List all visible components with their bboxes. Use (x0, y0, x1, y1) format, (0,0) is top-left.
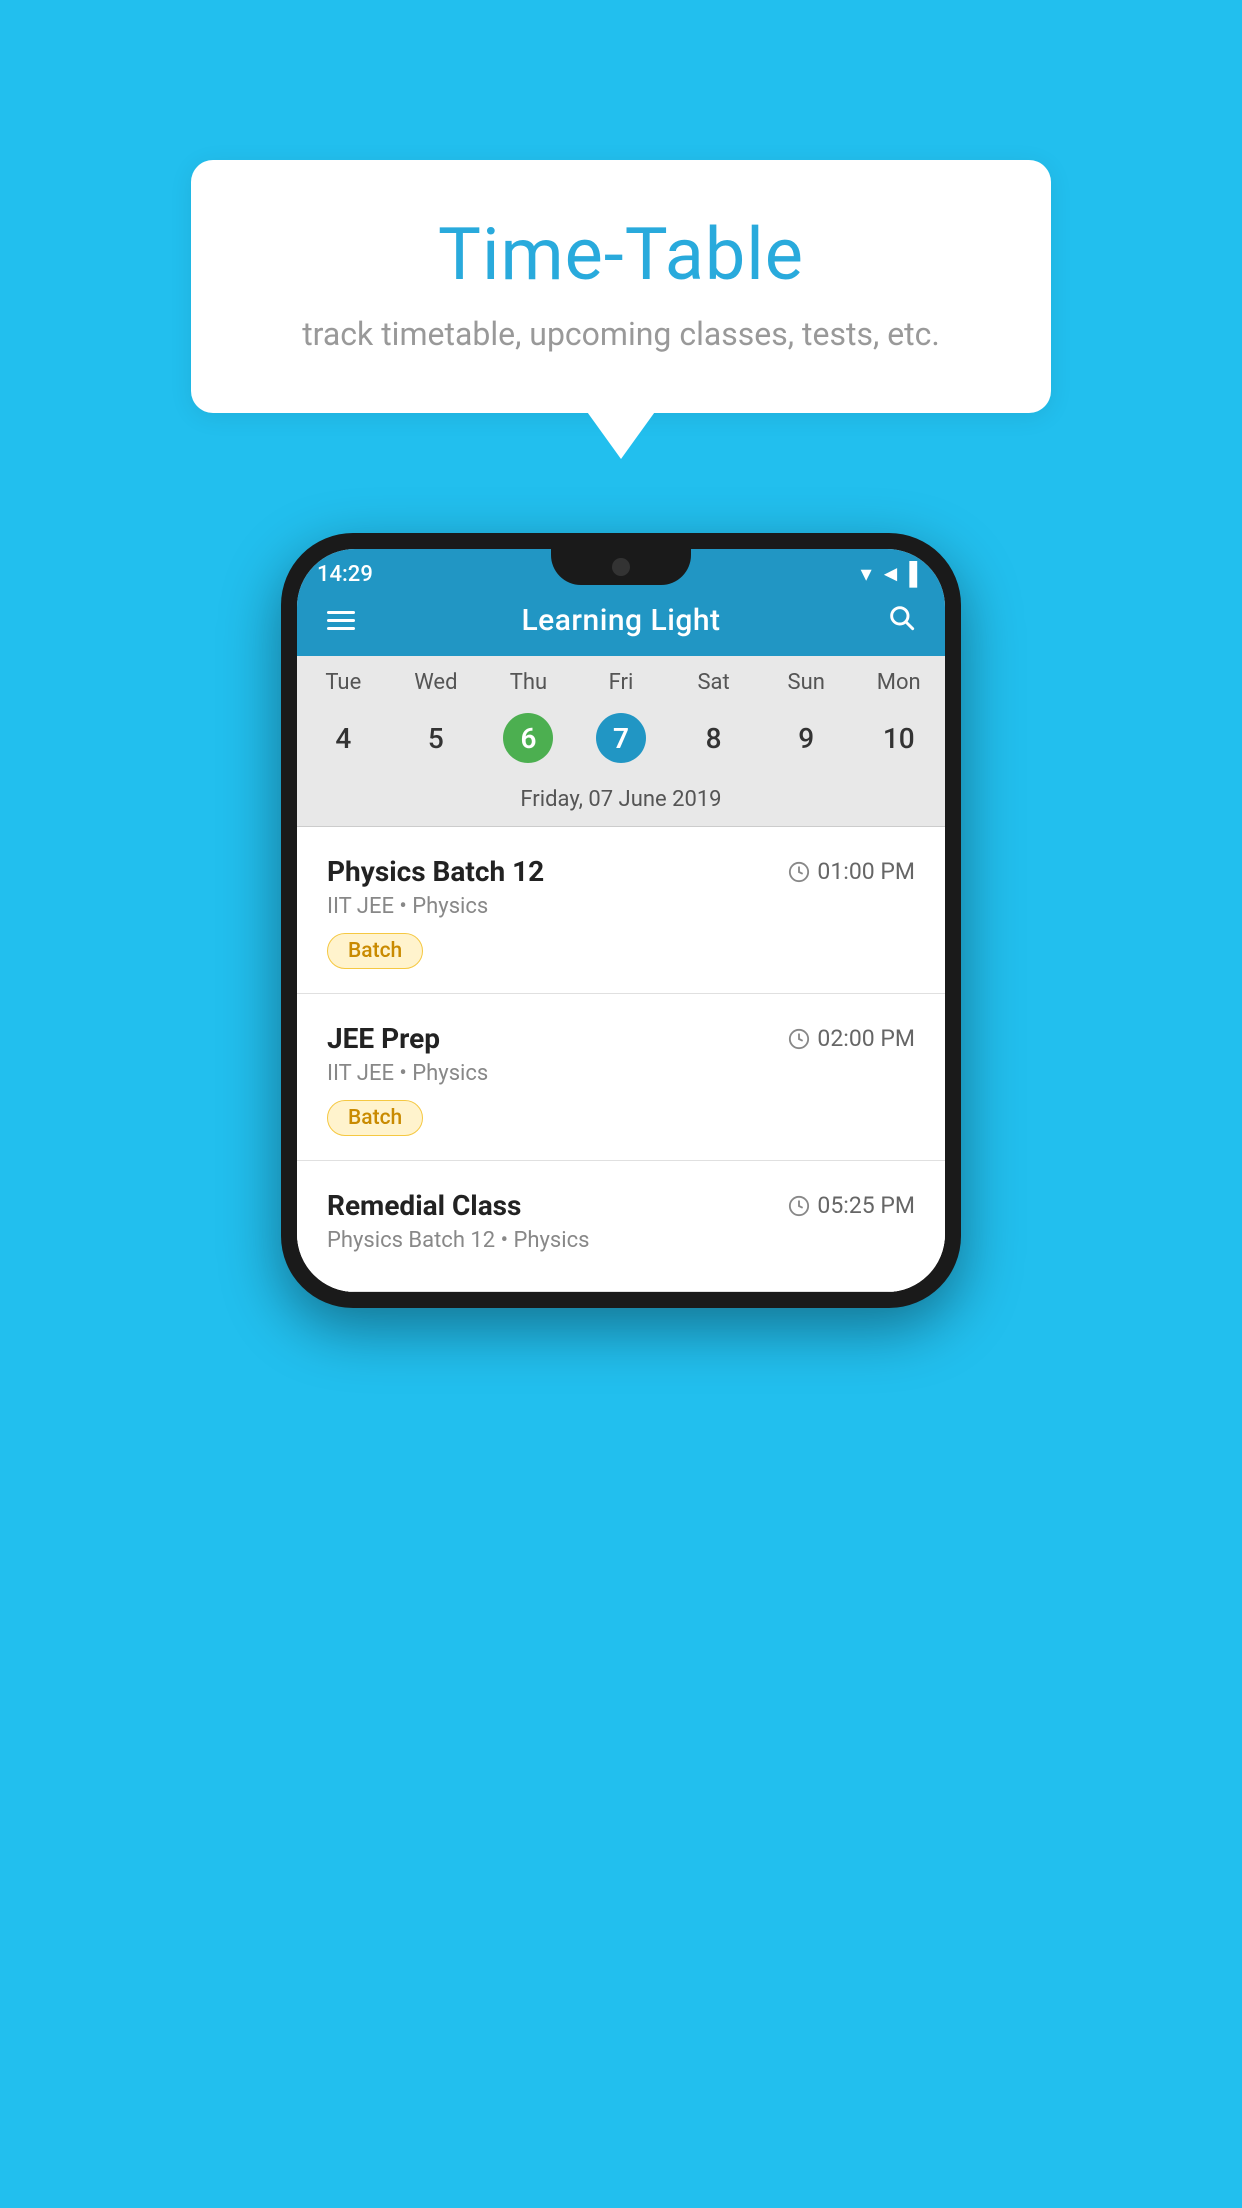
phone-frame-wrapper: 14:29 ▾ ◄ ▌ Learning Light (281, 533, 961, 1308)
phone-screen: Learning Light Tue Wed Thu Fri Sat Sun (297, 549, 945, 1292)
batch-tag-2[interactable]: Batch (327, 1100, 423, 1136)
class-name-1: Physics Batch 12 (327, 855, 544, 888)
class-item-1[interactable]: Physics Batch 12 01:00 PM IIT JEE • Phys… (297, 827, 945, 994)
notch (551, 549, 691, 585)
clock-icon-3 (788, 1195, 810, 1217)
card-title: Time-Table (251, 212, 991, 297)
status-bar: 14:29 ▾ ◄ ▌ (281, 549, 961, 599)
hamburger-menu-button[interactable] (327, 611, 355, 630)
day-header-thu[interactable]: Thu (482, 670, 575, 703)
day-8[interactable]: 8 (667, 716, 760, 761)
app-bar-title: Learning Light (521, 603, 720, 638)
wifi-icon: ▾ (861, 562, 872, 587)
class-meta-1: IIT JEE • Physics (327, 894, 915, 919)
day-header-wed[interactable]: Wed (390, 670, 483, 703)
calendar-strip: Tue Wed Thu Fri Sat Sun Mon 4 5 6 7 (297, 656, 945, 827)
class-item-1-header: Physics Batch 12 01:00 PM (327, 855, 915, 888)
class-list: Physics Batch 12 01:00 PM IIT JEE • Phys… (297, 827, 945, 1292)
class-meta-3: Physics Batch 12 • Physics (327, 1228, 915, 1253)
day-headers: Tue Wed Thu Fri Sat Sun Mon (297, 656, 945, 703)
day-numbers: 4 5 6 7 8 9 10 (297, 703, 945, 781)
clock-icon-1 (788, 861, 810, 883)
day-header-mon[interactable]: Mon (852, 670, 945, 703)
day-9[interactable]: 9 (760, 716, 853, 761)
class-item-2-header: JEE Prep 02:00 PM (327, 1022, 915, 1055)
class-item-3-header: Remedial Class 05:25 PM (327, 1189, 915, 1222)
status-icons: ▾ ◄ ▌ (861, 561, 925, 587)
class-item-3[interactable]: Remedial Class 05:25 PM Physics Batch 12… (297, 1161, 945, 1292)
selected-date-label: Friday, 07 June 2019 (297, 781, 945, 827)
day-7-selected[interactable]: 7 (575, 707, 668, 769)
day-4[interactable]: 4 (297, 716, 390, 761)
class-time-1: 01:00 PM (788, 858, 915, 885)
batch-tag-1[interactable]: Batch (327, 933, 423, 969)
day-header-fri[interactable]: Fri (575, 670, 668, 703)
class-meta-2: IIT JEE • Physics (327, 1061, 915, 1086)
search-button[interactable] (887, 603, 915, 638)
day-5[interactable]: 5 (390, 716, 483, 761)
card-subtitle: track timetable, upcoming classes, tests… (251, 315, 991, 353)
signal-icon: ◄ (880, 561, 902, 587)
day-header-sat[interactable]: Sat (667, 670, 760, 703)
clock-icon-2 (788, 1028, 810, 1050)
class-item-2[interactable]: JEE Prep 02:00 PM IIT JEE • Physics Batc… (297, 994, 945, 1161)
phone-frame: 14:29 ▾ ◄ ▌ Learning Light (281, 533, 961, 1308)
battery-icon: ▌ (909, 561, 925, 587)
status-time: 14:29 (317, 562, 373, 587)
camera-dot (612, 558, 630, 576)
day-header-tue[interactable]: Tue (297, 670, 390, 703)
day-header-sun[interactable]: Sun (760, 670, 853, 703)
class-time-3: 05:25 PM (788, 1192, 915, 1219)
class-time-2: 02:00 PM (788, 1025, 915, 1052)
tooltip-card: Time-Table track timetable, upcoming cla… (191, 160, 1051, 413)
day-10[interactable]: 10 (852, 716, 945, 761)
day-6-today[interactable]: 6 (482, 707, 575, 769)
class-name-2: JEE Prep (327, 1022, 440, 1055)
class-name-3: Remedial Class (327, 1189, 521, 1222)
